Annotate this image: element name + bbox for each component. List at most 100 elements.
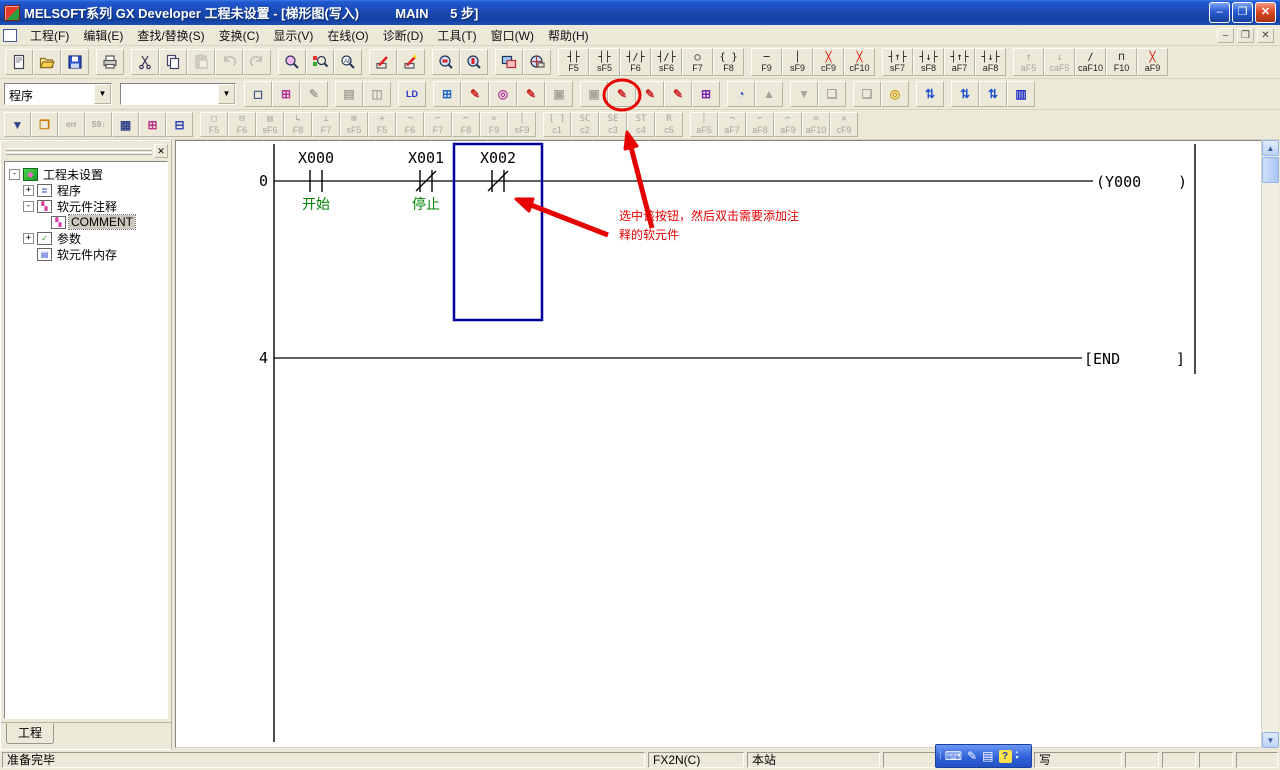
entry-monitor-button[interactable]: ◔ (727, 81, 755, 107)
parallel-open-contact-button[interactable]: ┤├sF5 (589, 48, 620, 76)
tree-item-project-root[interactable]: -◆工程未设置 (5, 166, 167, 182)
langbar-grip[interactable]: ⁞ (939, 751, 941, 762)
falling-pulse-button[interactable]: ┤↓├sF8 (913, 48, 944, 76)
pulse-operation-button[interactable]: ⊓F10 (1106, 48, 1137, 76)
restore-button[interactable]: ❐ (1232, 2, 1253, 23)
horizontal-line-button[interactable]: ─F9 (751, 48, 782, 76)
collapse-icon[interactable]: - (9, 169, 20, 180)
scrollbar-thumb[interactable] (1262, 157, 1279, 183)
copy-button[interactable] (159, 49, 187, 75)
sort-descending-button[interactable]: ⇅ (951, 81, 979, 107)
open-project-button[interactable] (33, 49, 61, 75)
menu-item-3[interactable]: 变换(C) (212, 27, 267, 45)
menu-item-7[interactable]: 工具(T) (430, 27, 483, 45)
child-window-icon[interactable] (3, 29, 17, 42)
tree-item-device-comment[interactable]: -▚软元件注释 (5, 198, 167, 214)
zoom-out-button[interactable] (432, 49, 460, 75)
scroll-up-icon[interactable]: ▲ (1262, 140, 1279, 156)
sort-block-button[interactable]: ⊟ (166, 112, 193, 137)
screen-switch-button[interactable] (495, 49, 523, 75)
block-exchange-button[interactable]: ⊞ (692, 81, 720, 107)
menu-item-9[interactable]: 帮助(H) (541, 27, 596, 45)
menu-item-0[interactable]: 工程(F) (23, 27, 76, 45)
collapse-icon[interactable]: - (23, 201, 34, 212)
tree-item-parameter[interactable]: +✓参数 (5, 230, 167, 246)
langbar-options-icon[interactable]: ▪▾ (1016, 751, 1019, 761)
application-instruction-button[interactable]: { }F8 (713, 48, 744, 76)
data-name-combo[interactable]: ▼ (120, 83, 236, 105)
ladder-editor[interactable]: 0X000开始X001停止X002(Y000)4[END] 选中该按钮，然后双击… (175, 140, 1262, 748)
help-icon[interactable]: ? (999, 750, 1012, 763)
chevron-down-icon[interactable]: ▼ (94, 84, 111, 104)
rising-pulse-button[interactable]: ┤↑├sF7 (882, 48, 913, 76)
scroll-down-icon[interactable]: ▼ (1262, 732, 1279, 748)
ladder-edit-mode-button[interactable]: ✎ (461, 81, 489, 107)
menu-item-6[interactable]: 诊断(D) (376, 27, 431, 45)
device-comment-edit-button[interactable]: ✎ (608, 81, 636, 107)
data-type-combo[interactable]: 程序 ▼ (4, 83, 112, 105)
save-project-button[interactable] (61, 49, 89, 75)
closed-contact-button[interactable]: ┤/├F6 (620, 48, 651, 76)
child-close-button[interactable]: ✕ (1257, 28, 1274, 43)
block-list-button[interactable]: ▦ (112, 112, 139, 137)
statement-edit-button[interactable]: ✎ (636, 81, 664, 107)
device-find-button[interactable]: ◎ (881, 81, 909, 107)
comment-display-button[interactable]: ⊞ (433, 81, 461, 107)
ladder-display-button[interactable]: LD (398, 81, 426, 107)
find-button[interactable] (278, 49, 306, 75)
project-data-list-button[interactable]: ⊞ (272, 81, 300, 107)
step-transfer-button[interactable]: ▼ (4, 112, 31, 137)
expand-icon[interactable]: + (23, 185, 34, 196)
note-edit-button[interactable]: ✎ (664, 81, 692, 107)
ladder-write-button[interactable] (369, 49, 397, 75)
delete-horizontal-line-button[interactable]: ╳cF9 (813, 48, 844, 76)
menu-item-5[interactable]: 在线(O) (320, 27, 375, 45)
cascade-blocks-button[interactable]: ❐ (31, 112, 58, 137)
menu-item-1[interactable]: 编辑(E) (76, 27, 130, 45)
writing-pad-icon[interactable]: ▤ (982, 750, 993, 762)
new-project-button[interactable] (5, 49, 33, 75)
check-program-button[interactable]: ◻ (244, 81, 272, 107)
read-mode-button[interactable]: ◎ (489, 81, 517, 107)
invert-operation-button[interactable]: ∕caF10 (1075, 48, 1106, 76)
menu-item-4[interactable]: 显示(V) (266, 27, 320, 45)
delete-vertical-line-button[interactable]: ╳cF10 (844, 48, 875, 76)
keyboard-icon[interactable]: ⌨ (945, 750, 962, 762)
split-window-button[interactable]: ▥ (1007, 81, 1035, 107)
print-button[interactable] (96, 49, 124, 75)
find-device-button[interactable] (306, 49, 334, 75)
chevron-down-icon[interactable]: ▼ (218, 84, 235, 104)
sort-ascending-button[interactable]: ⇅ (916, 81, 944, 107)
minimize-button[interactable]: – (1209, 2, 1230, 23)
child-restore-button[interactable]: ❐ (1237, 28, 1254, 43)
coil-button[interactable]: ○F7 (682, 48, 713, 76)
tree-item-program[interactable]: +≣程序 (5, 182, 167, 198)
child-minimize-button[interactable]: – (1217, 28, 1234, 43)
sort-option-button[interactable]: ⇅ (979, 81, 1007, 107)
zoom-in-button[interactable] (460, 49, 488, 75)
parallel-falling-pulse-button[interactable]: ┤↓├aF8 (975, 48, 1006, 76)
write-mode-button[interactable]: ✎ (517, 81, 545, 107)
panel-close-icon[interactable]: ✕ (154, 144, 168, 158)
open-contact-button[interactable]: ┤├F5 (558, 48, 589, 76)
menu-item-2[interactable]: 查找/替换(S) (130, 27, 211, 45)
expand-icon[interactable]: + (23, 233, 34, 244)
contact-x002[interactable]: X002 (480, 149, 516, 192)
language-bar[interactable]: ⁞ ⌨ ✎ ▤? ▪▾ (935, 744, 1032, 768)
tree-item-device-memory[interactable]: ▤软元件内存 (5, 246, 167, 262)
cut-button[interactable] (131, 49, 159, 75)
menu-item-8[interactable]: 窗口(W) (484, 27, 541, 45)
parallel-closed-contact-button[interactable]: ┤/├sF6 (651, 48, 682, 76)
vertical-line-button[interactable]: │sF9 (782, 48, 813, 76)
close-button[interactable]: ✕ (1255, 2, 1276, 23)
tab-project[interactable]: 工程 (6, 723, 54, 744)
comment-search-button[interactable] (523, 49, 551, 75)
vertical-scrollbar[interactable]: ▲ ▼ (1262, 140, 1279, 748)
pen-icon[interactable]: ✎ (967, 750, 977, 762)
block-grid-button[interactable]: ⊞ (139, 112, 166, 137)
ladder-monitor-button[interactable] (397, 49, 425, 75)
replace-button[interactable]: AB (334, 49, 362, 75)
parallel-rising-pulse-button[interactable]: ┤↑├aF7 (944, 48, 975, 76)
tree-item-comment-file[interactable]: ▚COMMENT (5, 214, 167, 230)
panel-grip[interactable]: ✕ (4, 144, 168, 158)
